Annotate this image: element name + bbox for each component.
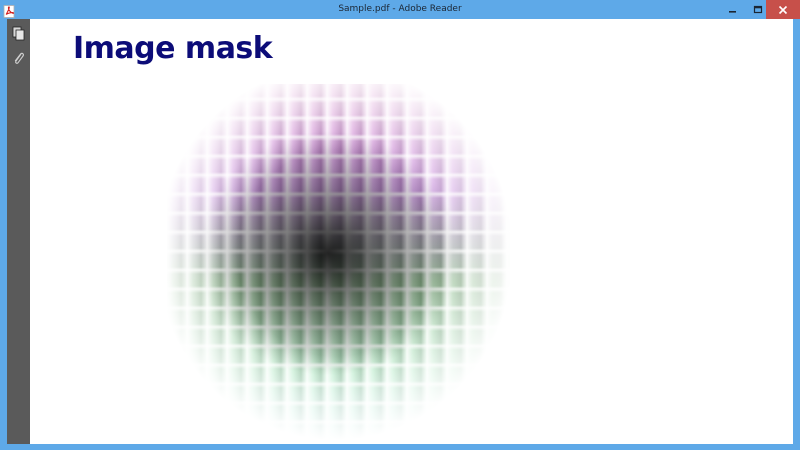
masked-grid-image xyxy=(167,84,510,444)
minimize-button[interactable] xyxy=(720,0,746,19)
minimize-icon xyxy=(728,0,738,19)
maximize-icon xyxy=(753,0,763,19)
close-button[interactable] xyxy=(766,0,800,19)
navigation-pane xyxy=(7,19,31,444)
page-heading: Image mask xyxy=(73,31,273,66)
title-bar[interactable]: Sample.pdf - Adobe Reader xyxy=(0,0,800,19)
close-icon xyxy=(778,0,788,19)
attachments-paperclip-icon[interactable] xyxy=(11,50,26,67)
page-thumbnails-icon[interactable] xyxy=(11,25,26,42)
window-title: Sample.pdf - Adobe Reader xyxy=(338,4,462,14)
pdf-document-page[interactable]: Image mask xyxy=(30,19,793,444)
window-bottom-border xyxy=(0,444,800,450)
app-window: Sample.pdf - Adobe Reader Image mask xyxy=(0,0,800,450)
